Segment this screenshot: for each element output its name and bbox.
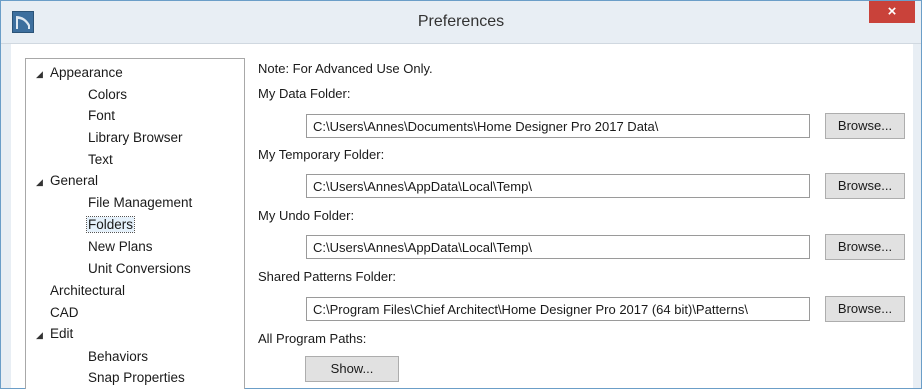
undo-folder-label: My Undo Folder: [258, 208, 355, 223]
data-folder-label: My Data Folder: [258, 86, 351, 101]
preferences-window: Preferences × ◢ Appearance Colors Font Li… [0, 0, 922, 389]
title-bar[interactable]: Preferences × [1, 1, 921, 44]
shared-patterns-input[interactable] [306, 297, 810, 321]
show-paths-button[interactable]: Show... [305, 356, 399, 382]
undo-folder-input[interactable] [306, 235, 810, 259]
dialog-body: ◢ Appearance Colors Font Library Browser … [11, 44, 913, 389]
tree-item-label: Appearance [50, 65, 123, 80]
advanced-use-note: Note: For Advanced Use Only. [258, 61, 433, 76]
tree-item-library-browser[interactable]: Library Browser [88, 128, 183, 148]
tree-item-cad[interactable]: CAD [50, 303, 79, 323]
tree-item-font[interactable]: Font [88, 106, 115, 126]
browse-shared-patterns-button[interactable]: Browse... [825, 296, 905, 322]
browse-undo-folder-button[interactable]: Browse... [825, 234, 905, 260]
expand-caret-icon[interactable]: ◢ [36, 172, 50, 192]
tree-item-label: File Management [88, 195, 193, 210]
tree-item-label: Folders [85, 216, 136, 233]
close-button[interactable]: × [869, 1, 915, 23]
browse-data-folder-button[interactable]: Browse... [825, 113, 905, 139]
tree-item-new-plans[interactable]: New Plans [88, 237, 153, 257]
tree-item-colors[interactable]: Colors [88, 85, 127, 105]
window-title: Preferences [417, 13, 505, 30]
tree-item-snap-properties[interactable]: Snap Properties [88, 368, 185, 388]
tree-item-label: Edit [50, 326, 74, 341]
tree-item-edit[interactable]: ◢ Edit [36, 324, 73, 344]
temp-folder-label: My Temporary Folder: [258, 147, 385, 162]
tree-item-text[interactable]: Text [88, 150, 113, 170]
browse-temp-folder-button[interactable]: Browse... [825, 173, 905, 199]
expand-caret-icon[interactable]: ◢ [36, 325, 50, 345]
tree-item-label: CAD [50, 305, 79, 320]
tree-item-label: Snap Properties [88, 370, 185, 385]
tree-item-file-management[interactable]: File Management [88, 193, 192, 213]
tree-item-general[interactable]: ◢ General [36, 171, 98, 191]
tree-item-label: Library Browser [88, 130, 183, 145]
tree-item-label: Colors [88, 87, 128, 102]
tree-item-appearance[interactable]: ◢ Appearance [36, 63, 123, 83]
expand-caret-icon[interactable]: ◢ [36, 64, 50, 84]
tree-item-label: Text [88, 152, 113, 167]
tree-item-label: Font [88, 108, 116, 123]
temp-folder-input[interactable] [306, 174, 810, 198]
tree-item-unit-conversions[interactable]: Unit Conversions [88, 259, 191, 279]
tree-item-architectural[interactable]: Architectural [50, 281, 125, 301]
tree-item-folders[interactable]: Folders [85, 215, 136, 235]
tree-item-label: Architectural [50, 283, 126, 298]
shared-patterns-label: Shared Patterns Folder: [258, 269, 397, 284]
tree-item-label: Unit Conversions [88, 261, 191, 276]
all-program-paths-label: All Program Paths: [258, 331, 367, 346]
tree-item-behaviors[interactable]: Behaviors [88, 347, 148, 367]
category-tree[interactable]: ◢ Appearance Colors Font Library Browser … [25, 58, 245, 389]
tree-item-label: New Plans [88, 239, 153, 254]
tree-item-label: Behaviors [88, 349, 149, 364]
data-folder-input[interactable] [306, 114, 810, 138]
tree-item-label: General [50, 173, 99, 188]
